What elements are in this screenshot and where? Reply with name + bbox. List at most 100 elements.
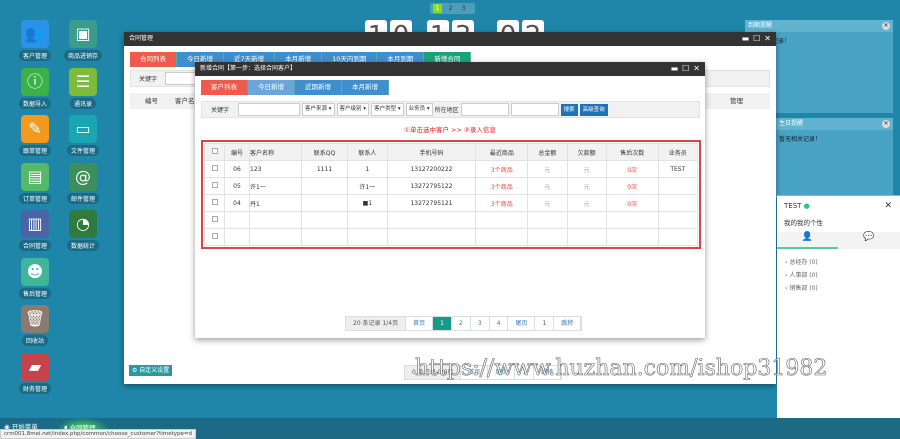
tab-month-new[interactable]: 本月新增 [342, 80, 389, 95]
maximize-icon[interactable]: ☐ [682, 62, 689, 76]
table-cell: 许1一 [250, 178, 302, 195]
desktop-icon-label: 邮件管理 [67, 193, 99, 204]
contact-groups: › 总经办 (0)› 人事部 (0)› 销售部 (0) [785, 256, 818, 295]
panel-title: 生日提醒 [779, 120, 803, 127]
chevron-right-icon: › [785, 272, 787, 279]
desktop-icon[interactable]: ▥合同管理 [15, 210, 55, 251]
table-row[interactable]: 04丹1■1132727951213个商品元元0次 [205, 195, 698, 212]
desktop-icon[interactable]: ▭文件管理 [63, 115, 103, 156]
contact-group[interactable]: › 人事部 (0) [785, 269, 818, 282]
level-select[interactable]: 客户级别 ▾ [337, 103, 370, 116]
desktop-icon[interactable]: ⓘ数据导入 [15, 68, 55, 109]
desktop-icon[interactable]: ☰通讯录 [63, 68, 103, 109]
row-checkbox[interactable] [212, 165, 218, 171]
desktop-icon[interactable]: 🗑回收站 [15, 305, 55, 346]
table-cell [250, 229, 302, 246]
close-icon[interactable]: ✕ [764, 32, 771, 46]
salesperson-select[interactable]: 业务员 ▾ [406, 103, 433, 116]
pager-page[interactable]: 3 [471, 317, 490, 330]
select-all-checkbox[interactable] [212, 148, 218, 154]
pager-last[interactable]: 尾页 [508, 317, 535, 330]
desktop-icon[interactable]: @邮件管理 [63, 163, 103, 204]
desktop-icon[interactable]: ▰财务管理 [15, 353, 55, 394]
table-cell [301, 212, 347, 229]
pager-jump-input[interactable]: 1 [535, 317, 554, 330]
chat-tab-message-icon[interactable]: 💬 [838, 232, 900, 249]
desktop-icon-label: 回收站 [22, 335, 48, 346]
table-cell [606, 229, 658, 246]
type-select[interactable]: 客户类型 ▾ [371, 103, 404, 116]
table-cell: 元 [528, 195, 567, 212]
keyword-input[interactable] [238, 103, 300, 116]
region-input[interactable] [461, 103, 509, 116]
row-checkbox[interactable] [212, 182, 218, 188]
row-checkbox[interactable] [212, 233, 218, 239]
pager-jump-button[interactable]: 跳转 [554, 317, 581, 330]
chat-username: TEST [784, 202, 801, 210]
pager-first[interactable]: 首页 [406, 317, 433, 330]
custom-settings-label: 自定义设置 [139, 367, 169, 374]
table-row[interactable] [205, 212, 698, 229]
chat-signature: 我的我的个性 [784, 217, 823, 227]
table-cell: 0次 [606, 195, 658, 212]
pager-page[interactable]: 4 [490, 317, 509, 330]
close-icon[interactable]: ✕ [693, 62, 700, 76]
row-checkbox[interactable] [212, 216, 218, 222]
contacts-tab-user-icon[interactable]: 👤 [777, 232, 838, 249]
table-cell: 许1一 [348, 178, 387, 195]
table-cell: 04 [225, 195, 250, 212]
desktop-icon[interactable]: ✎跟单管理 [15, 115, 55, 156]
close-icon[interactable]: ✕ [882, 120, 890, 128]
contact-group[interactable]: › 销售部 (0) [785, 282, 818, 295]
minimize-icon[interactable]: ▬ [671, 62, 679, 76]
tab-today-new[interactable]: 今日新增 [248, 80, 295, 95]
tab-customer-list[interactable]: 客户列表 [201, 80, 248, 95]
table-cell: 05 [225, 178, 250, 195]
contact-group[interactable]: › 总经办 (0) [785, 256, 818, 269]
tab-recent-new[interactable]: 近期新增 [295, 80, 342, 95]
desktop-icon[interactable]: 👥客户管理 [15, 20, 55, 61]
pager-page[interactable]: 1 [433, 317, 452, 330]
table-row[interactable] [205, 229, 698, 246]
table-cell [476, 212, 528, 229]
pager-info: 20 条记录 1/4页 [346, 317, 406, 330]
maximize-icon[interactable]: ☐ [753, 32, 760, 46]
table-row[interactable]: 05许1一许1一132727951223个商品元元0次 [205, 178, 698, 195]
close-icon[interactable]: ✕ [884, 201, 892, 211]
table-row[interactable]: 0612311111131272002223个商品元元0次TEST [205, 161, 698, 178]
minimize-icon[interactable]: ▬ [742, 32, 750, 46]
desktop-icon[interactable]: ▤订单管理 [15, 163, 55, 204]
wallet-icon: ▰ [21, 353, 49, 381]
desktop-page-3[interactable]: 3 [459, 4, 468, 13]
table-cell: 1111 [301, 161, 347, 178]
desktop-page-1[interactable]: 1 [433, 4, 442, 13]
source-select[interactable]: 客户来源 ▾ [302, 103, 335, 116]
close-icon[interactable]: ✕ [882, 22, 890, 30]
advanced-search-button[interactable]: 高级查询 [580, 104, 608, 116]
table-cell [476, 229, 528, 246]
table-cell: 元 [567, 161, 606, 178]
chat-panel: TEST ● ✕ 我的我的个性 👤 💬 › 总经办 (0)› 人事部 (0)› … [777, 195, 900, 439]
desktop-page-2[interactable]: 2 [446, 4, 455, 13]
keyword-label: 关键字 [133, 74, 163, 83]
group-count: (0) [809, 259, 818, 266]
pager-page[interactable]: 2 [452, 317, 471, 330]
desktop-page-switcher: 1 2 3 [430, 3, 475, 14]
desktop-icon[interactable]: ☻售后管理 [15, 258, 55, 299]
desktop-icon[interactable]: ▣商品进销存 [63, 20, 103, 61]
tab-contract-list[interactable]: 合同列表 [130, 52, 177, 67]
customer-table: 编号 客户名称 联系QQ 联系人 手机号码 最近商品 总金额 欠款额 售后次数 … [201, 140, 701, 249]
search-button[interactable]: 搜索 [561, 104, 578, 116]
custom-settings-button[interactable]: ⚙ 自定义设置 [129, 365, 172, 376]
table-cell [387, 229, 476, 246]
select-value: 客户来源 [305, 106, 327, 112]
edit-icon: ✎ [21, 115, 49, 143]
table-cell: 13272795122 [387, 178, 476, 195]
table-cell: 0次 [606, 161, 658, 178]
table-cell [658, 212, 697, 229]
region-input-2[interactable] [511, 103, 559, 116]
table-cell [301, 178, 347, 195]
desktop-icon[interactable]: ◔数据统计 [63, 210, 103, 251]
row-checkbox[interactable] [212, 199, 218, 205]
table-cell [301, 229, 347, 246]
